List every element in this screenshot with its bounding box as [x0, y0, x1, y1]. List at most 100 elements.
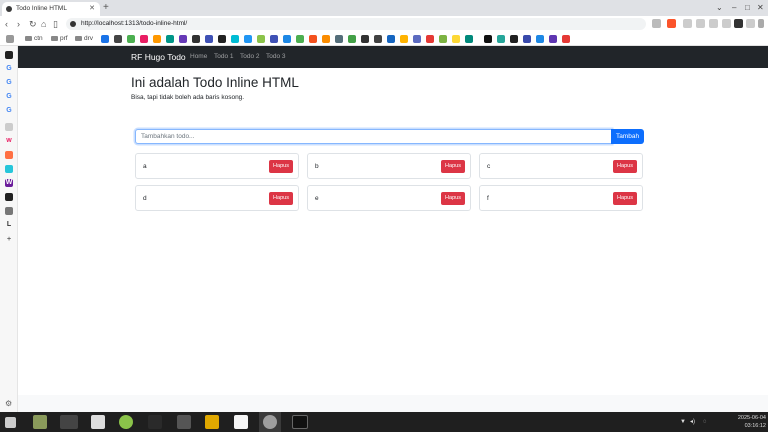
nav-link-todo-2[interactable]: Todo 2: [240, 46, 260, 68]
address-bar[interactable]: http://localhost:1313/todo-inline-html/: [66, 18, 646, 30]
bookmark-folder-ctn[interactable]: ctn: [25, 32, 43, 46]
bookmark-icon[interactable]: [452, 35, 460, 43]
maximize-icon[interactable]: □: [745, 0, 750, 16]
bookmark-icon[interactable]: [153, 35, 161, 43]
side-panel-icon[interactable]: w: [5, 137, 13, 145]
bookmark-icon[interactable]: [348, 35, 356, 43]
home-icon[interactable]: ⌂: [41, 16, 46, 32]
bookmark-icon[interactable]: [283, 35, 291, 43]
menu-icon[interactable]: [758, 19, 764, 28]
bookmark-icon[interactable]: [127, 35, 135, 43]
delete-todo-button[interactable]: Hapus: [269, 192, 293, 205]
extension-icon[interactable]: [683, 19, 692, 28]
delete-todo-button[interactable]: Hapus: [269, 160, 293, 173]
bookmark-icon[interactable]: [309, 35, 317, 43]
back-icon[interactable]: ‹: [5, 16, 8, 32]
search-icon[interactable]: [101, 35, 109, 43]
apps-icon[interactable]: [6, 35, 14, 43]
share-icon[interactable]: [652, 19, 661, 28]
bookmark-icon[interactable]: [562, 35, 570, 43]
bookmark-icon[interactable]: [426, 35, 434, 43]
extension-icon[interactable]: [734, 19, 743, 28]
bookmark-icon[interactable]: [205, 35, 213, 43]
bookmark-icon[interactable]: ▯: [53, 16, 58, 32]
bookmark-icon[interactable]: [439, 35, 447, 43]
text-editor-icon[interactable]: [234, 415, 248, 429]
bookmark-icon[interactable]: [387, 35, 395, 43]
site-brand[interactable]: RF Hugo Todo: [131, 46, 186, 68]
bookmark-icon[interactable]: [296, 35, 304, 43]
camera-icon[interactable]: [696, 19, 705, 28]
network-icon[interactable]: ▼: [680, 412, 686, 432]
bookmark-folder-drv[interactable]: drv: [75, 32, 93, 46]
bookmark-icon[interactable]: [465, 35, 473, 43]
volume-icon[interactable]: ◂): [690, 412, 695, 432]
system-clock[interactable]: 2025-06-04 03:16:12: [722, 414, 766, 430]
google-icon[interactable]: G: [5, 93, 13, 101]
side-panel-icon[interactable]: [5, 51, 13, 59]
bookmark-icon[interactable]: [523, 35, 531, 43]
add-panel-icon[interactable]: +: [5, 236, 13, 244]
bookmark-icon[interactable]: [166, 35, 174, 43]
settings-app-icon[interactable]: [263, 415, 277, 429]
delete-todo-button[interactable]: Hapus: [441, 160, 465, 173]
eye-icon[interactable]: [722, 19, 731, 28]
bookmark-icon[interactable]: [497, 35, 505, 43]
delete-todo-button[interactable]: Hapus: [613, 160, 637, 173]
app-icon[interactable]: [60, 415, 78, 429]
side-panel-icon[interactable]: W: [5, 179, 13, 187]
google-icon[interactable]: G: [5, 79, 13, 87]
app-grid-icon[interactable]: [5, 417, 16, 428]
side-panel-icon[interactable]: [5, 193, 13, 201]
bookmark-icon[interactable]: [322, 35, 330, 43]
bookmark-icon[interactable]: [536, 35, 544, 43]
sidebar-icon[interactable]: [746, 19, 755, 28]
app-icon[interactable]: [177, 415, 191, 429]
tab-search-icon[interactable]: ⌄: [716, 0, 723, 16]
bookmark-icon[interactable]: [179, 35, 187, 43]
terminal-icon[interactable]: [292, 415, 308, 429]
bookmark-icon[interactable]: [270, 35, 278, 43]
power-icon[interactable]: ◌: [703, 412, 707, 432]
brave-shield-icon[interactable]: [667, 19, 676, 28]
new-tab-icon[interactable]: +: [103, 1, 109, 15]
side-panel-icon[interactable]: L: [5, 221, 13, 229]
browser-tab[interactable]: Todo Inline HTML ✕: [2, 2, 100, 16]
side-panel-icon[interactable]: [5, 207, 13, 215]
delete-todo-button[interactable]: Hapus: [441, 192, 465, 205]
forward-icon[interactable]: ›: [17, 16, 20, 32]
bookmark-icon[interactable]: [484, 35, 492, 43]
close-tab-icon[interactable]: ✕: [89, 2, 95, 16]
google-icon[interactable]: G: [5, 65, 13, 73]
bookmark-icon[interactable]: [192, 35, 200, 43]
app-icon[interactable]: [205, 415, 219, 429]
bookmark-icon[interactable]: [218, 35, 226, 43]
bookmark-icon[interactable]: [361, 35, 369, 43]
download-icon[interactable]: [709, 19, 718, 28]
file-manager-icon[interactable]: [33, 415, 47, 429]
close-window-icon[interactable]: ✕: [757, 0, 764, 16]
bookmark-icon[interactable]: [257, 35, 265, 43]
app-icon[interactable]: [148, 415, 162, 429]
bookmark-icon[interactable]: [114, 35, 122, 43]
google-icon[interactable]: G: [5, 107, 13, 115]
bookmark-icon[interactable]: [510, 35, 518, 43]
bookmark-icon[interactable]: [413, 35, 421, 43]
side-panel-icon[interactable]: [5, 151, 13, 159]
bookmark-icon[interactable]: [140, 35, 148, 43]
bookmark-icon[interactable]: [549, 35, 557, 43]
nav-link-home[interactable]: Home: [190, 46, 207, 68]
bookmark-icon[interactable]: [244, 35, 252, 43]
nav-link-todo-1[interactable]: Todo 1: [214, 46, 234, 68]
side-panel-icon[interactable]: [5, 123, 13, 131]
bookmark-icon[interactable]: [335, 35, 343, 43]
add-todo-button[interactable]: Tambah: [611, 129, 644, 144]
bookmark-folder-prf[interactable]: prf: [51, 32, 68, 46]
delete-todo-button[interactable]: Hapus: [613, 192, 637, 205]
side-panel-icon[interactable]: [5, 165, 13, 173]
site-info-icon[interactable]: [70, 21, 76, 27]
bookmark-icon[interactable]: [231, 35, 239, 43]
minimize-icon[interactable]: –: [732, 0, 736, 16]
settings-gear-icon[interactable]: ⚙: [5, 399, 12, 408]
app-icon[interactable]: [119, 415, 133, 429]
